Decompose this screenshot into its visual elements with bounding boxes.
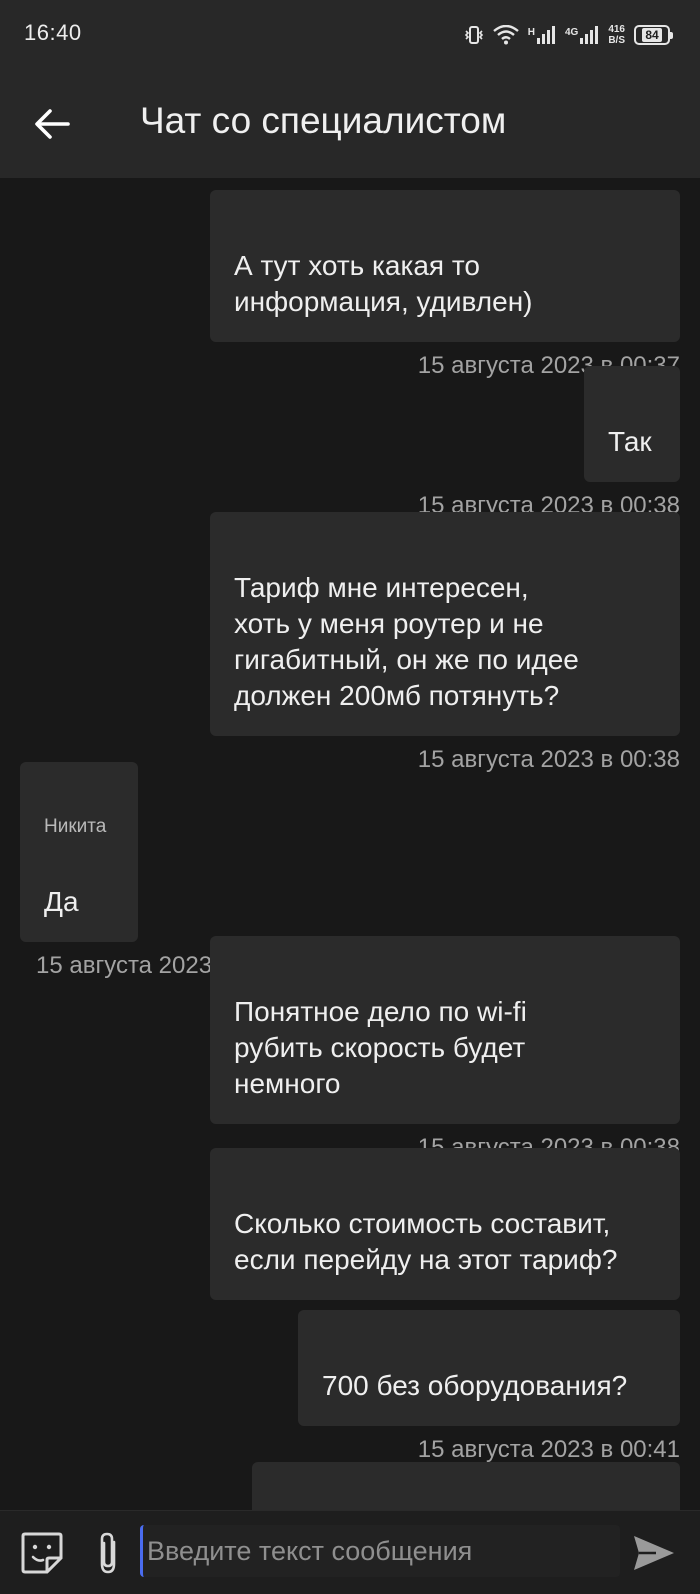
message-text: Тариф мне интересен, хоть у меня роутер … [234, 572, 579, 711]
message-text: Да [44, 886, 79, 917]
message-bubble[interactable]: 700 без оборудования? [298, 1310, 680, 1426]
paperclip-icon [100, 1532, 116, 1574]
message-text: Понятное дело по wi-fi рубить скорость б… [234, 996, 527, 1099]
wifi-icon [492, 25, 519, 45]
network-4g-label: 4G [564, 27, 579, 38]
signal-4g-indicator: 4G [565, 25, 599, 45]
message-item: А тут хоть какая то информация, удивлен)… [210, 190, 680, 380]
chat-screen: 16:40 H 4G 416 B/S 84 Чат со специалисто… [0, 0, 700, 1594]
sender-name: Никита [44, 816, 107, 837]
speed-value: 416 [608, 24, 625, 35]
signal-icon [580, 26, 599, 44]
battery-level: 84 [642, 28, 662, 42]
message-bubble[interactable]: Так [584, 366, 680, 482]
message-bubble[interactable]: Понятное дело по wi-fi рубить скорость б… [210, 936, 680, 1124]
message-list[interactable]: А тут хоть какая то информация, удивлен)… [0, 178, 700, 1510]
vibrate-icon [464, 24, 484, 46]
message-bubble[interactable]: А тут хоть какая то информация, удивлен) [210, 190, 680, 342]
message-text: А тут хоть какая то информация, удивлен) [234, 250, 533, 317]
message-bubble[interactable]: Тариф мне интересен, хоть у меня роутер … [210, 512, 680, 736]
status-icons: H 4G 416 B/S 84 [464, 18, 673, 52]
status-bar: 16:40 H 4G 416 B/S 84 [0, 0, 700, 70]
network-speed: 416 B/S [608, 24, 625, 46]
message-bubble[interactable]: Сколько стоимость составит, если перейду… [210, 1148, 680, 1300]
message-text: 700 без оборудования? [322, 1370, 628, 1401]
network-h-label: H [527, 27, 535, 38]
signal-icon [536, 26, 555, 44]
message-item: Так 15 августа 2023 в 00:38 [418, 366, 680, 520]
back-button[interactable] [30, 102, 74, 146]
message-item: 700 без оборудования? 15 августа 2023 в … [298, 1310, 680, 1464]
arrow-left-icon [35, 109, 70, 139]
sticker-button[interactable] [18, 1529, 66, 1577]
message-input-bar [0, 1510, 700, 1594]
send-icon [634, 1536, 674, 1570]
message-bubble[interactable] [252, 1462, 680, 1510]
message-item: Понятное дело по wi-fi рубить скорость б… [210, 936, 680, 1162]
status-time: 16:40 [24, 20, 82, 45]
speed-unit: B/S [608, 35, 625, 46]
message-text: Так [608, 426, 652, 457]
message-input[interactable] [140, 1525, 620, 1577]
app-bar: Чат со специалистом [0, 70, 700, 178]
sticker-icon [21, 1532, 63, 1574]
signal-h-indicator: H [528, 25, 556, 45]
message-timestamp: 15 августа 2023 в 00:41 [417, 1436, 680, 1463]
message-item: Тариф мне интересен, хоть у меня роутер … [210, 512, 680, 774]
message-bubble[interactable]: Никита Да [20, 762, 138, 942]
attach-button[interactable] [90, 1527, 126, 1579]
message-text: Сколько стоимость составит, если перейду… [234, 1208, 618, 1275]
send-button[interactable] [630, 1529, 678, 1577]
page-title: Чат со специалистом [140, 100, 507, 141]
message-item [252, 1462, 680, 1510]
battery-icon: 84 [634, 25, 673, 45]
